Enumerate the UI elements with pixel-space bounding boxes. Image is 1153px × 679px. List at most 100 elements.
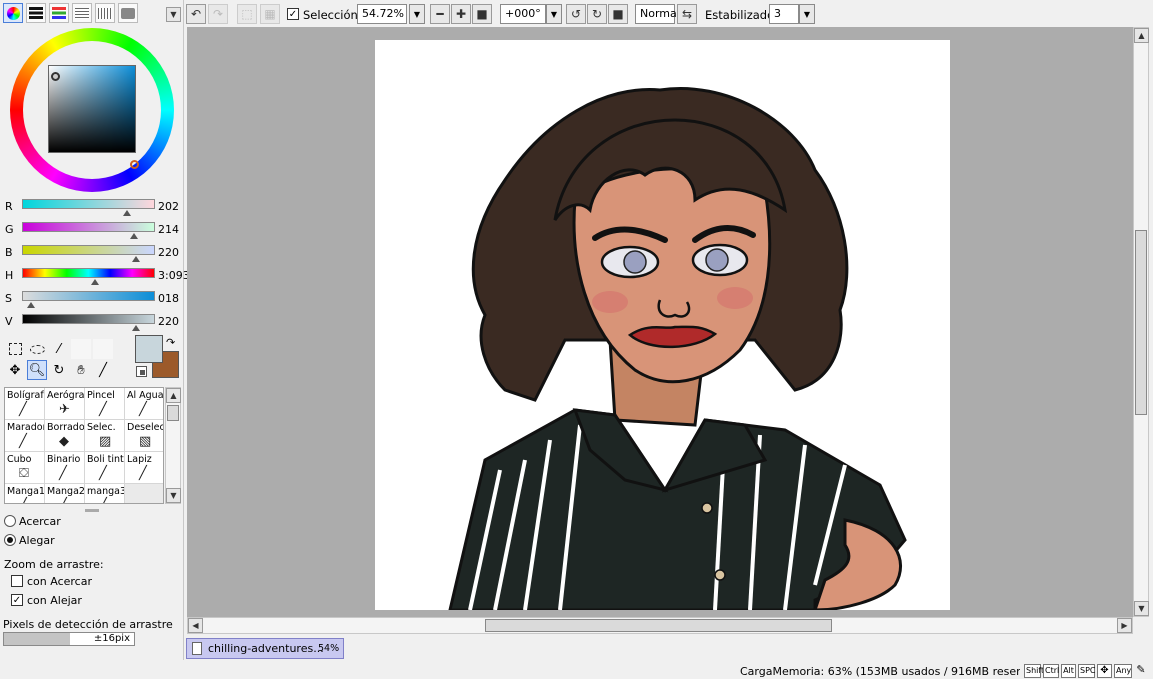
eyedropper-tool[interactable]: ╱ bbox=[93, 360, 113, 380]
brush-slot-borrador[interactable]: Borrador ◆ bbox=[45, 420, 85, 452]
rgb-sliders-mode-button[interactable] bbox=[26, 3, 46, 23]
slider-thumb-s[interactable] bbox=[27, 302, 35, 308]
brush-slot-bol-grafo[interactable]: Bolígrafo╱ bbox=[5, 388, 45, 420]
slider-thumb-b[interactable] bbox=[132, 256, 140, 262]
slider-value-v[interactable]: 220 bbox=[158, 315, 179, 328]
slider-track-h[interactable] bbox=[22, 268, 155, 278]
navigator-button[interactable]: ✥ bbox=[1097, 664, 1112, 678]
slider-thumb-r[interactable] bbox=[123, 210, 131, 216]
brush-slot-empty bbox=[125, 484, 163, 503]
brush-slot-selec-[interactable]: Selec. ▨ bbox=[85, 420, 125, 452]
scroll-up-button[interactable]: ▲ bbox=[1134, 28, 1149, 43]
hand-tool[interactable]: ✋︎ bbox=[71, 360, 91, 380]
slider-thumb-h[interactable] bbox=[91, 279, 99, 285]
rotate-tool[interactable]: ↻ bbox=[49, 360, 69, 380]
acercar-radio[interactable] bbox=[4, 515, 16, 527]
brush-slot-binario[interactable]: Binario ╱ bbox=[45, 452, 85, 484]
brush-slot-lapiz[interactable]: Lapiz ╱ bbox=[125, 452, 163, 484]
swatch-grid-mode-button[interactable] bbox=[95, 3, 115, 23]
brush-slot-manga2[interactable]: Manga2╱ bbox=[45, 484, 85, 503]
drawing-canvas[interactable] bbox=[375, 40, 950, 610]
undo-button[interactable]: ↶ bbox=[186, 4, 206, 24]
swatch-list-mode-button[interactable] bbox=[72, 3, 92, 23]
scroll-right-button[interactable]: ▶ bbox=[1117, 618, 1132, 633]
reset-square-icon: ■ bbox=[476, 7, 488, 21]
brush-slot-pincel[interactable]: Pincel ╱ bbox=[85, 388, 125, 420]
invert-selection-button[interactable]: ▦ bbox=[260, 4, 280, 24]
stabilizer-value-box[interactable]: 3 bbox=[769, 4, 799, 24]
rotation-value-box[interactable]: +000° bbox=[500, 4, 546, 24]
horizontal-scroll-thumb[interactable] bbox=[485, 619, 832, 632]
canvas-area[interactable] bbox=[187, 27, 1133, 617]
slider-value-b[interactable]: 220 bbox=[158, 246, 179, 259]
selection-checkbox[interactable]: ✓ bbox=[287, 8, 299, 20]
flip-horizontal-button[interactable]: ⇆ bbox=[677, 4, 697, 24]
deselect-button[interactable]: ⬚ bbox=[237, 4, 257, 24]
slider-track-r[interactable] bbox=[22, 199, 155, 209]
scratchpad-mode-button[interactable] bbox=[118, 3, 138, 23]
transparent-color-icon[interactable] bbox=[136, 366, 147, 377]
con-alejar-checkbox[interactable]: ✓ bbox=[11, 594, 23, 606]
slider-value-s[interactable]: 018 bbox=[158, 292, 179, 305]
left-panel: ▼ R 202 G 214 B 220 H 3:093 S 018 V 220 ⁄ ✥ 🔍︎ ↻ ✋︎… bbox=[0, 0, 190, 679]
slider-thumb-g[interactable] bbox=[130, 233, 138, 239]
brush-slot-manga3[interactable]: manga3╱ bbox=[85, 484, 125, 503]
rotate-reset-button[interactable]: ■ bbox=[608, 4, 628, 24]
brush-slot-al-agua[interactable]: Al Agua ╱ bbox=[125, 388, 163, 420]
zoom-out-button[interactable]: ━ bbox=[430, 4, 450, 24]
brush-slot-aer-grafo[interactable]: Aerógrafo✈︎ bbox=[45, 388, 85, 420]
chevron-left-icon: ◀ bbox=[192, 621, 199, 630]
panel-resize-grip[interactable] bbox=[85, 509, 99, 512]
brush-slot-boli-tinta[interactable]: Boli tinta╱ bbox=[85, 452, 125, 484]
select-rect-tool[interactable] bbox=[5, 339, 25, 359]
vertical-scroll-thumb[interactable] bbox=[1135, 230, 1147, 415]
brush-slot-manga1[interactable]: Manga1╱ bbox=[5, 484, 45, 503]
zoom-dropdown[interactable]: ▼ bbox=[409, 4, 425, 24]
slider-value-r[interactable]: 202 bbox=[158, 200, 179, 213]
move-tool[interactable]: ✥ bbox=[5, 360, 25, 380]
zoom-value-box[interactable]: 54.72% bbox=[357, 4, 407, 24]
rotation-dropdown[interactable]: ▼ bbox=[546, 4, 562, 24]
slider-thumb-v[interactable] bbox=[132, 325, 140, 331]
panel-menu-dropdown[interactable]: ▼ bbox=[166, 7, 181, 22]
brush-slot-marador[interactable]: Marador ╱ bbox=[5, 420, 45, 452]
stabilizer-dropdown[interactable]: ▼ bbox=[799, 4, 815, 24]
saturation-value-square[interactable] bbox=[48, 65, 136, 153]
scroll-up-button[interactable]: ▲ bbox=[166, 388, 181, 403]
zoom-tool[interactable]: 🔍︎ bbox=[27, 360, 47, 380]
slider-track-b[interactable] bbox=[22, 245, 155, 255]
memory-usage-text: CargaMemoria: 63% (153MB usados / 916MB … bbox=[740, 665, 1020, 678]
zoom-reset-button[interactable]: ■ bbox=[472, 4, 492, 24]
drag-detect-slider[interactable]: ±16pix bbox=[3, 632, 135, 646]
slider-value-h[interactable]: 3:093 bbox=[158, 269, 190, 282]
alegar-radio[interactable] bbox=[4, 534, 16, 546]
canvas-vertical-scrollbar[interactable]: ▲ ▼ bbox=[1133, 27, 1149, 617]
scroll-down-button[interactable]: ▼ bbox=[1134, 601, 1149, 616]
hsv-sliders-mode-button[interactable] bbox=[49, 3, 69, 23]
rotate-left-button[interactable]: ↺ bbox=[566, 4, 586, 24]
blend-mode-box[interactable]: Normal bbox=[635, 4, 680, 24]
slider-track-s[interactable] bbox=[22, 291, 155, 301]
magic-wand-tool[interactable]: ⁄ bbox=[49, 339, 69, 359]
rotate-right-button[interactable]: ↻ bbox=[587, 4, 607, 24]
scroll-left-button[interactable]: ◀ bbox=[188, 618, 203, 633]
canvas-horizontal-scrollbar[interactable]: ◀ ▶ bbox=[187, 617, 1133, 634]
swap-colors-icon[interactable]: ↷ bbox=[166, 336, 175, 349]
slider-track-g[interactable] bbox=[22, 222, 155, 232]
scroll-down-button[interactable]: ▼ bbox=[166, 488, 181, 503]
primary-color-swatch[interactable] bbox=[135, 335, 163, 363]
zoom-in-button[interactable]: ✚ bbox=[451, 4, 471, 24]
scroll-thumb[interactable] bbox=[167, 405, 179, 421]
brush-grid-scrollbar[interactable]: ▲ ▼ bbox=[165, 387, 181, 504]
con-acercar-checkbox[interactable] bbox=[11, 575, 23, 587]
color-wheel[interactable] bbox=[10, 28, 174, 192]
document-tab[interactable]: chilling-adventures... 54% bbox=[186, 638, 344, 659]
brush-slot-deselec-[interactable]: Deselec. ▧ bbox=[125, 420, 163, 452]
top-toolbar: ↶ ↷ ⬚ ▦ ✓ Selección 54.72% ▼ ━ ✚ ■ +000°… bbox=[184, 0, 1153, 27]
slider-track-v[interactable] bbox=[22, 314, 155, 324]
redo-button[interactable]: ↷ bbox=[208, 4, 228, 24]
brush-slot-cubo[interactable]: Cubo ⛋ bbox=[5, 452, 45, 484]
lasso-tool[interactable] bbox=[27, 339, 47, 359]
slider-value-g[interactable]: 214 bbox=[158, 223, 179, 236]
color-wheel-mode-button[interactable] bbox=[3, 3, 23, 23]
